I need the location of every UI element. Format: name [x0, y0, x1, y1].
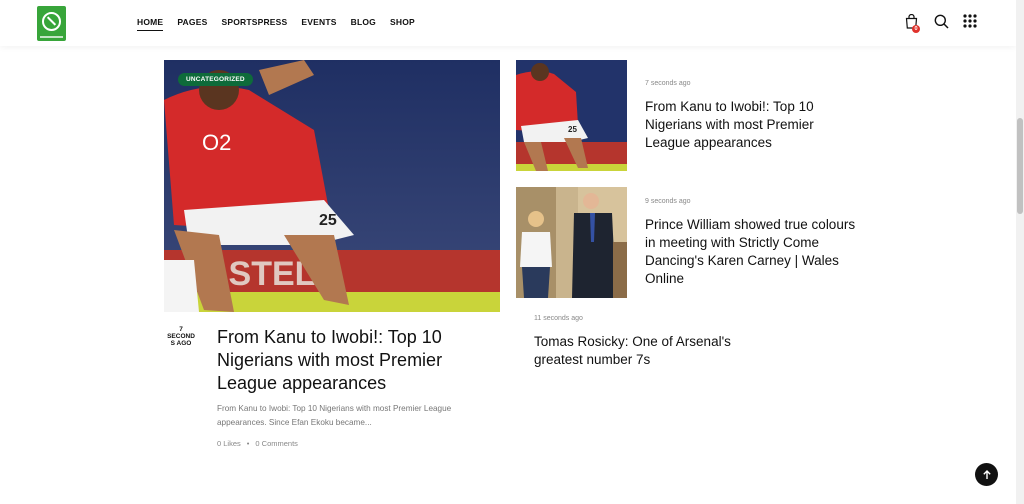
scrollbar-thumb[interactable] [1017, 118, 1023, 214]
site-header: HOME PAGES SPORTSPRESS EVENTS BLOG SHOP … [0, 0, 1016, 46]
nav-item-blog[interactable]: BLOG [351, 17, 376, 31]
category-badge[interactable]: UNCATEGORIZED [178, 73, 253, 86]
svg-text:25: 25 [319, 212, 337, 229]
grid-menu-icon[interactable] [963, 14, 977, 28]
likes-count[interactable]: 0 Likes [217, 439, 241, 448]
back-to-top-button[interactable] [975, 463, 998, 486]
nav-item-home[interactable]: HOME [137, 17, 164, 31]
post-date-line: S AGO [170, 340, 192, 347]
comments-count[interactable]: 0 Comments [255, 439, 298, 448]
footballer-thumbnail: 25 [516, 60, 627, 171]
post-meta: 0 Likes • 0 Comments [217, 439, 298, 448]
featured-post-image[interactable]: ASTEL O2 25 [164, 60, 500, 312]
side-post-time: 7 seconds ago [645, 80, 691, 87]
logo-wordmark [40, 36, 63, 38]
search-icon[interactable] [934, 14, 949, 29]
svg-text:25: 25 [568, 125, 577, 134]
meta-separator: • [246, 439, 250, 448]
nav-item-sportspress[interactable]: SPORTSPRESS [221, 17, 287, 31]
page-scrollbar[interactable] [1016, 0, 1024, 504]
arrow-up-icon [982, 469, 991, 479]
featured-post-excerpt: From Kanu to Iwobi: Top 10 Nigerians wit… [217, 404, 452, 427]
side-post-thumbnail[interactable] [516, 187, 627, 298]
logo-icon [42, 12, 61, 31]
side-post-time: 11 seconds ago [534, 315, 583, 322]
post-date-line: SECOND [167, 333, 195, 340]
nav-item-events[interactable]: EVENTS [301, 17, 336, 31]
nav-item-pages[interactable]: PAGES [177, 17, 207, 31]
post-date: 7 SECOND S AGO [164, 326, 198, 347]
footballer-photo: ASTEL O2 25 [164, 60, 500, 312]
side-post-time: 9 seconds ago [645, 198, 691, 205]
svg-text:O2: O2 [202, 130, 231, 155]
post-date-line: 7 [179, 326, 183, 333]
cart-count-badge: 0 [912, 25, 920, 33]
side-post-title[interactable]: Tomas Rosicky: One of Arsenal's greatest… [534, 333, 744, 369]
main-nav: HOME PAGES SPORTSPRESS EVENTS BLOG SHOP [137, 17, 429, 31]
side-post-title[interactable]: From Kanu to Iwobi!: Top 10 Nigerians wi… [645, 98, 845, 152]
site-logo[interactable] [37, 6, 66, 41]
side-post-thumbnail[interactable]: 25 [516, 60, 627, 171]
royal-meeting-photo [516, 187, 627, 298]
side-post-title[interactable]: Prince William showed true colours in me… [645, 216, 860, 288]
nav-item-shop[interactable]: SHOP [390, 17, 415, 31]
featured-post-title[interactable]: From Kanu to Iwobi!: Top 10 Nigerians wi… [217, 326, 497, 395]
